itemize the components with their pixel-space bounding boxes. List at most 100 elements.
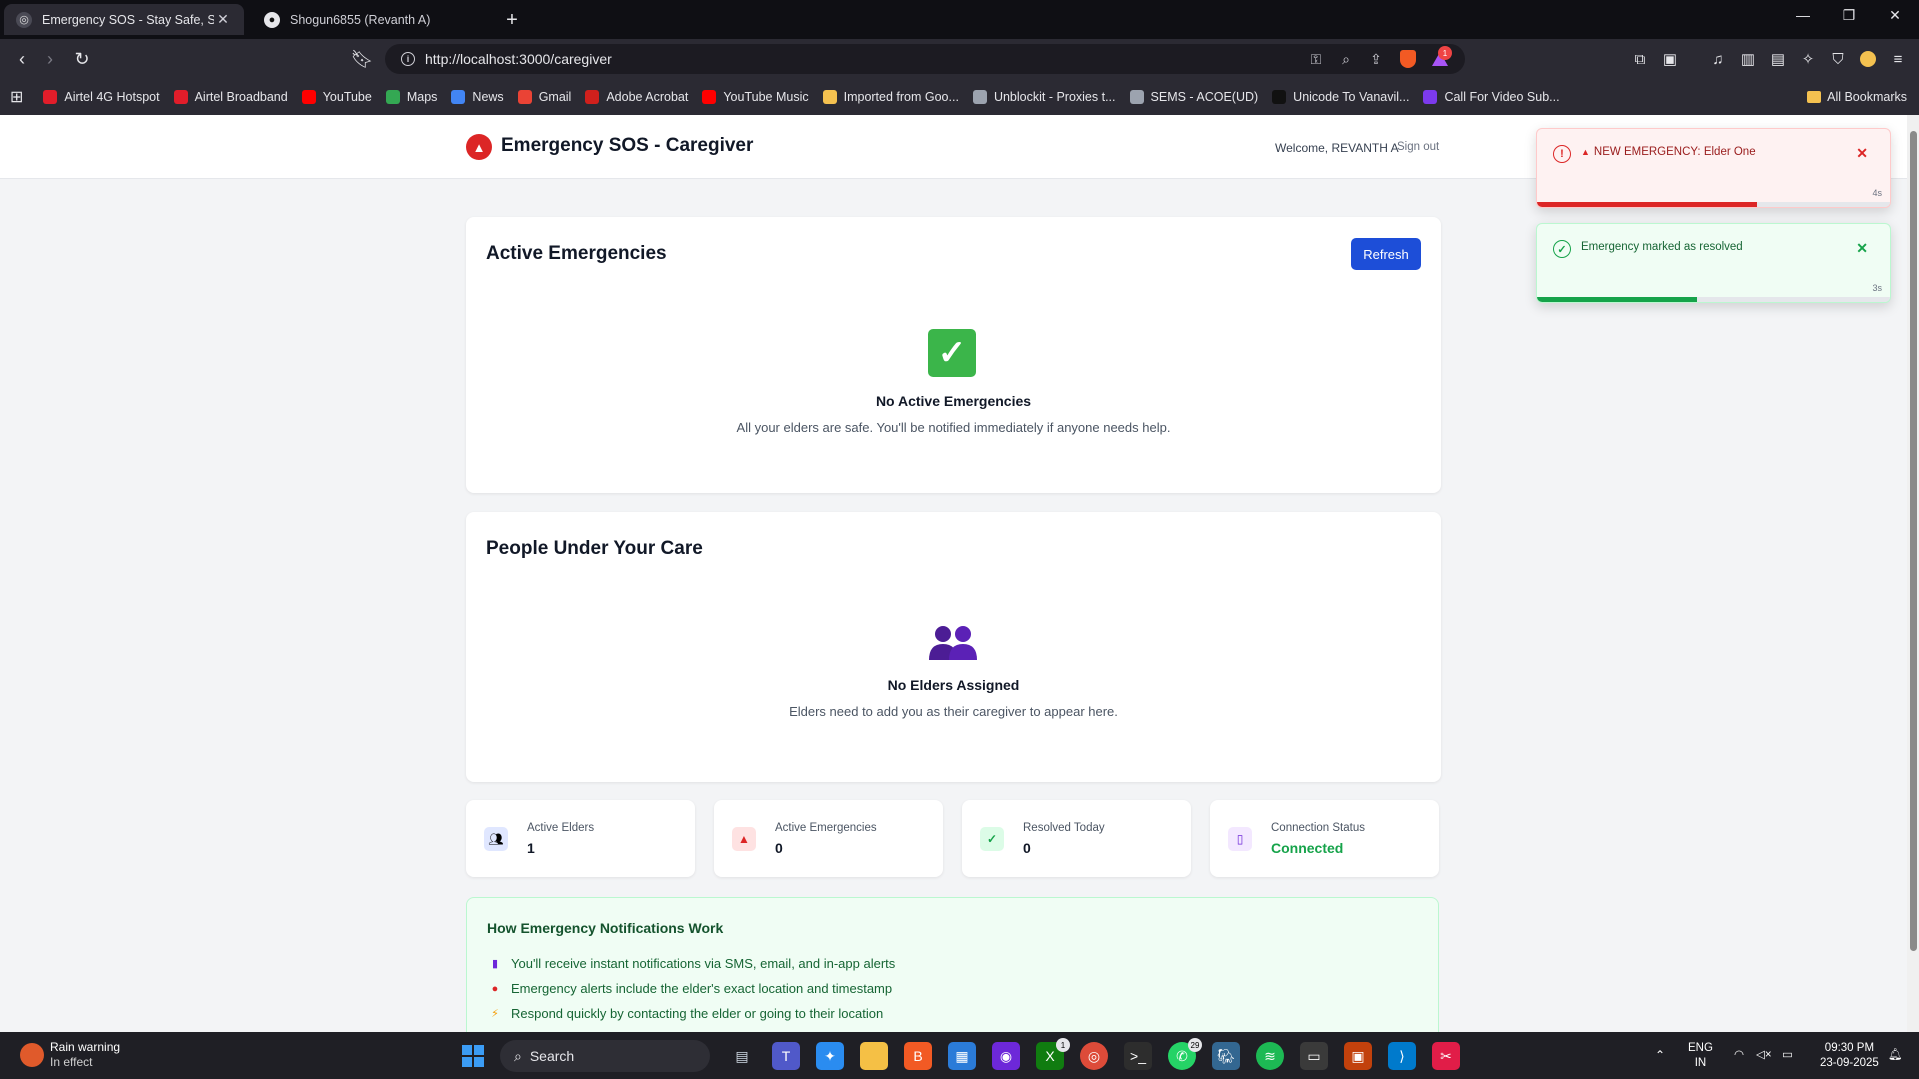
restore-button[interactable]: ❐ [1826, 0, 1872, 30]
spotify-icon[interactable]: ≋ [1256, 1042, 1284, 1070]
bookmark-item[interactable]: Call For Video Sub... [1423, 90, 1560, 104]
bookmark-item[interactable]: Imported from Goo... [822, 90, 959, 104]
bookmark-item[interactable]: Adobe Acrobat [585, 90, 688, 104]
command-prompt-icon[interactable]: ▭ [1300, 1042, 1328, 1070]
all-bookmarks[interactable]: All Bookmarks [1807, 79, 1907, 115]
clock[interactable]: 09:30 PM 23-09-2025 [1820, 1041, 1879, 1071]
whatsapp-badge: 29 [1188, 1038, 1202, 1052]
zoom-icon[interactable]: ⌕ [1333, 44, 1359, 74]
siren-icon: ▲ [1581, 147, 1590, 157]
scrollbar-thumb[interactable] [1910, 131, 1917, 951]
volume-muted-icon[interactable]: ◁× [1756, 1048, 1772, 1063]
stat-value: 0 [775, 840, 783, 856]
language-indicator[interactable]: ENG IN [1688, 1041, 1713, 1071]
battery-icon[interactable]: ▭ [1782, 1048, 1793, 1063]
screenshot-icon[interactable]: ▣ [1658, 47, 1682, 71]
bookmark-label: SEMS - ACOE(UD) [1150, 90, 1259, 104]
notification-bell-icon[interactable]: 🔔︎ [1888, 1048, 1903, 1063]
vpn-icon[interactable]: ⛉ [1826, 47, 1850, 71]
back-button[interactable]: ‹ [10, 47, 34, 71]
toast-timer: 4s [1872, 188, 1882, 198]
region-code: IN [1694, 1057, 1707, 1069]
windows-taskbar: Rain warning In effect ⌕ Search ▤ T ✦ B … [0, 1032, 1919, 1079]
podcast-icon[interactable]: ◉ [992, 1042, 1020, 1070]
close-tab-icon[interactable]: ✕ [214, 11, 232, 29]
weather-widget[interactable]: Rain warning In effect [20, 1040, 120, 1070]
globe-icon: ◎ [16, 11, 32, 28]
file-explorer-icon[interactable] [860, 1042, 888, 1070]
store-icon[interactable]: ▦ [948, 1042, 976, 1070]
minimize-button[interactable]: — [1780, 0, 1826, 30]
tab-github[interactable]: ● Shogun6855 (Revanth A) [252, 4, 492, 35]
active-emergencies-card: Active Emergencies Refresh ✓ No Active E… [466, 217, 1441, 493]
profile-avatar[interactable] [1856, 47, 1880, 71]
wifi-icon[interactable]: ◠ [1734, 1048, 1744, 1063]
clock-time: 09:30 PM [1824, 1042, 1875, 1054]
search-icon: ⌕ [514, 1047, 522, 1064]
folder-icon [1807, 91, 1822, 103]
brave-icon[interactable]: B [904, 1042, 932, 1070]
new-tab-button[interactable]: + [500, 8, 524, 32]
toast-progress [1537, 297, 1890, 302]
terminal-icon[interactable]: >_ [1124, 1042, 1152, 1070]
xbox-icon[interactable]: X 1 [1036, 1038, 1070, 1070]
menu-icon[interactable]: ≡ [1886, 47, 1910, 71]
workbench-icon[interactable]: ▣ [1344, 1042, 1372, 1070]
bookmark-item[interactable]: Unblockit - Proxies t... [972, 90, 1116, 104]
key-icon[interactable]: ⚿ [1303, 44, 1329, 74]
toast-progress-fill [1537, 297, 1697, 302]
bookmark-item[interactable]: Unicode To Vanavil... [1272, 90, 1409, 104]
bookmark-item[interactable]: YouTube [301, 90, 372, 104]
people-icon [929, 626, 977, 660]
start-button[interactable] [459, 1042, 487, 1070]
page-scrollbar[interactable] [1907, 115, 1919, 1032]
bookmark-item[interactable]: News [451, 90, 504, 104]
reload-button[interactable]: ↻ [70, 47, 94, 71]
stat-label: Active Elders [527, 822, 595, 834]
show-hidden-icons[interactable]: ⌃ [1655, 1048, 1665, 1063]
toast-message: ▲ NEW EMERGENCY: Elder One [1581, 146, 1756, 158]
sign-out-link[interactable]: Sign out [1397, 141, 1439, 153]
close-icon[interactable]: ✕ [1856, 145, 1868, 162]
extensions-icon[interactable]: ⧉ [1628, 47, 1652, 71]
bookmark-favicon-icon [972, 90, 987, 104]
bookmark-item[interactable]: Airtel Broadband [173, 90, 288, 104]
vscode-icon[interactable]: ⟩ [1388, 1042, 1416, 1070]
bookmark-item[interactable]: Gmail [517, 90, 571, 104]
close-window-button[interactable]: ✕ [1872, 0, 1918, 30]
bookmark-icon[interactable]: 🔖︎ [350, 47, 374, 71]
toast-new-emergency: ! ▲ NEW EMERGENCY: Elder One ✕ 4s [1536, 128, 1891, 208]
wallet-icon[interactable]: ▤ [1766, 47, 1790, 71]
brave-shield-icon[interactable] [1395, 44, 1421, 74]
task-view-icon[interactable]: ▤ [728, 1042, 756, 1070]
bookmark-favicon-icon [702, 90, 717, 104]
teams-icon[interactable]: T [772, 1042, 800, 1070]
bookmark-item[interactable]: SEMS - ACOE(UD) [1129, 90, 1259, 104]
site-info-icon[interactable]: i [401, 52, 415, 66]
leo-ai-icon[interactable]: ✧ [1796, 47, 1820, 71]
address-bar[interactable]: i http://localhost:3000/caregiver ⚿ ⌕ ⇪ … [385, 44, 1465, 74]
xbox-badge: 1 [1056, 1038, 1070, 1052]
bookmark-item[interactable]: YouTube Music [702, 90, 809, 104]
brave-rewards-icon[interactable]: 1 [1427, 44, 1453, 74]
refresh-button[interactable]: Refresh [1351, 238, 1421, 270]
close-icon[interactable]: ✕ [1856, 240, 1868, 257]
search-placeholder: Search [529, 1048, 575, 1064]
taskbar-search[interactable]: ⌕ Search [500, 1040, 710, 1072]
chrome-icon[interactable]: ◎ [1080, 1042, 1108, 1070]
page-viewport: ▲ Emergency SOS - Caregiver Welcome, REV… [0, 115, 1907, 1032]
snipping-tool-icon[interactable]: ✂︎ [1432, 1042, 1460, 1070]
bookmark-item[interactable]: Maps [385, 90, 437, 104]
sidebar-icon[interactable]: ▥ [1736, 47, 1760, 71]
bookmark-item[interactable]: Airtel 4G Hotspot [43, 90, 160, 104]
media-icon[interactable]: ♫ [1706, 47, 1730, 71]
forward-button[interactable]: › [38, 47, 62, 71]
copilot-icon[interactable]: ✦ [816, 1042, 844, 1070]
apps-grid-icon[interactable]: ⊞ [10, 87, 23, 107]
url-text: http://localhost:3000/caregiver [425, 51, 612, 67]
whatsapp-icon[interactable]: ✆ 29 [1168, 1038, 1202, 1070]
share-icon[interactable]: ⇪ [1363, 44, 1389, 74]
stat-card-active-emergencies: ▲ Active Emergencies 0 [714, 800, 943, 877]
tab-emergency-sos[interactable]: ◎ Emergency SOS - Stay Safe, Stay ✕ [4, 4, 244, 35]
postgres-icon[interactable]: 🐘︎ [1212, 1042, 1240, 1070]
